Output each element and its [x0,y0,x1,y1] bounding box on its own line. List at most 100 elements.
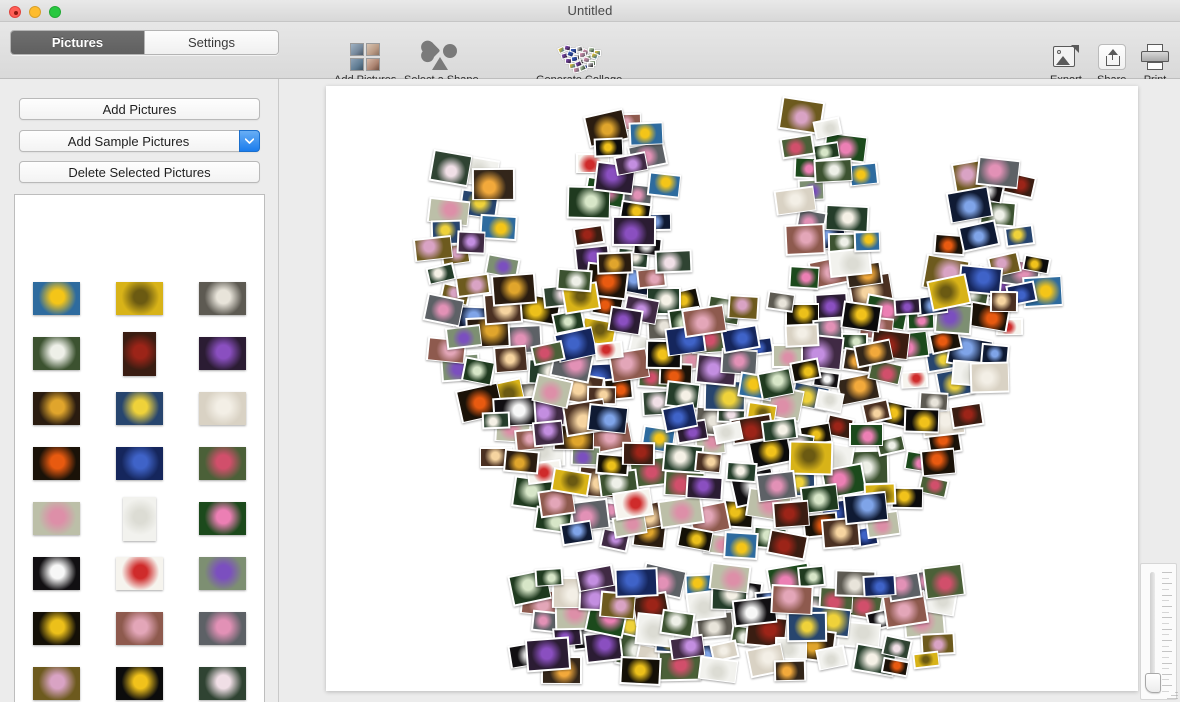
collage-photo[interactable] [628,121,664,146]
thumbnail-pink-lotus-green[interactable] [199,502,246,535]
collage-photo[interactable] [839,300,882,334]
collage-photo[interactable] [862,573,897,598]
collage-photo[interactable] [646,171,681,199]
collage-photo[interactable] [755,469,797,502]
thumbnail-white-blossom-tree[interactable] [199,392,246,425]
collage-photo[interactable] [784,323,820,348]
collage-photo[interactable] [531,419,565,448]
collage-photos[interactable] [326,86,1138,691]
collage-photo[interactable] [725,460,758,483]
collage-photo[interactable] [813,158,854,184]
collage-photo[interactable] [697,656,739,684]
chevron-down-icon[interactable] [239,130,260,152]
thumbnail-purple-crocus[interactable] [199,557,246,590]
collage-photo[interactable] [424,261,456,286]
collage-photo[interactable] [525,636,572,673]
thumbnail-pink-hyacinth-vase[interactable] [199,612,246,645]
thumbnail-pink-red-garden[interactable] [199,447,246,480]
collage-photo[interactable] [766,289,796,313]
collage-photo[interactable] [773,659,807,682]
thumbnail-water-lily-pond[interactable] [199,667,246,700]
collage-photo[interactable] [675,525,714,553]
thumbnail-mixed-flower-market[interactable] [116,612,163,645]
thumbnail-pink-tulips[interactable] [33,502,80,535]
collage-photo[interactable] [783,222,825,256]
collage-photo[interactable] [842,490,889,525]
collage-photo[interactable] [920,447,957,477]
collage-photo[interactable] [654,249,692,274]
collage-photo[interactable] [445,323,483,350]
thumbnail-white-blossom-cluster[interactable] [199,282,246,315]
collage-photo[interactable] [555,267,592,292]
collage-photo[interactable] [621,441,656,466]
thumbnail-white-sketch-flowers[interactable] [123,496,156,541]
collage-photo[interactable] [949,401,985,429]
collage-photo[interactable] [848,161,880,187]
collage-photo[interactable] [619,655,662,686]
resize-grip[interactable] [1166,688,1178,700]
collage-photo[interactable] [456,229,486,255]
delete-selected-pictures-button[interactable]: Delete Selected Pictures [19,161,260,183]
collage-photo[interactable] [765,528,809,561]
collage-photo[interactable] [771,500,811,530]
thumbnail-yellow-dahlia-black[interactable] [116,667,163,700]
thumbnail-crocus-field[interactable] [33,667,80,700]
collage-photo[interactable] [490,272,537,307]
collage-photo[interactable] [613,151,649,177]
collage-photo[interactable] [770,583,814,615]
collage-photo[interactable] [611,215,656,246]
thumbnail-sunflower-bunch[interactable] [33,392,80,425]
thumbnail-yellow-daisy-blue-sky[interactable] [33,282,80,315]
collage-photo[interactable] [708,561,752,593]
collage-photo[interactable] [694,450,723,473]
collage-photo[interactable] [853,230,881,253]
collage-photo[interactable] [534,566,564,587]
collage-photo[interactable] [659,609,696,639]
collage-photo[interactable] [1003,224,1035,248]
collage-photo[interactable] [471,167,515,201]
zoom-slider[interactable] [1140,563,1177,700]
collage-photo[interactable] [786,612,827,643]
thumbnail-yellow-bloom-blue[interactable] [116,392,163,425]
thumbnail-yellow-chrysanthemum[interactable] [33,612,80,645]
thumbnail-orange-red-petals[interactable] [33,447,80,480]
collage-photo[interactable] [614,567,659,599]
collage-photo[interactable] [761,416,799,442]
tab-settings[interactable]: Settings [144,31,278,54]
collage-photo[interactable] [900,370,929,389]
collage-photo[interactable] [969,361,1010,394]
collage-photo[interactable] [428,148,473,187]
collage-photo[interactable] [593,137,624,157]
collage-photo[interactable] [779,133,816,160]
collage-photo[interactable] [922,562,967,600]
collage-photo[interactable] [912,650,941,670]
collage-photo[interactable] [975,156,1021,190]
collage-photo[interactable] [723,531,759,560]
collage-photo[interactable] [502,448,540,475]
tab-pictures[interactable]: Pictures [11,31,144,54]
collage-photo[interactable] [957,218,1000,253]
view-segmented-control[interactable]: Pictures Settings [10,30,279,55]
collage-photo[interactable] [593,340,624,361]
collage-photo[interactable] [596,251,634,275]
add-pictures-button[interactable]: Add Pictures [19,98,260,120]
collage-page[interactable] [326,86,1138,691]
canvas-area[interactable] [280,79,1180,702]
collage-photo[interactable] [824,203,870,233]
collage-photo[interactable] [788,440,834,475]
collage-photo[interactable] [989,291,1018,313]
collage-photo[interactable] [572,224,606,248]
thumbnail-purple-aster[interactable] [199,337,246,370]
collage-photo[interactable] [606,305,644,336]
thumbnail-black-eyed-susans[interactable] [116,282,163,315]
collage-photo[interactable] [479,214,518,241]
collage-photo[interactable] [586,403,629,435]
thumbnail-dark-red-bloom[interactable] [123,331,156,376]
thumbnail-blue-flowers[interactable] [116,447,163,480]
collage-photo[interactable] [559,519,594,547]
zoom-slider-thumb[interactable] [1145,673,1161,693]
add-sample-pictures-popup-button[interactable]: Add Sample Pictures [19,130,260,152]
collage-photo[interactable] [727,294,760,321]
collage-photo[interactable] [903,407,940,434]
collage-photo[interactable] [481,411,510,430]
